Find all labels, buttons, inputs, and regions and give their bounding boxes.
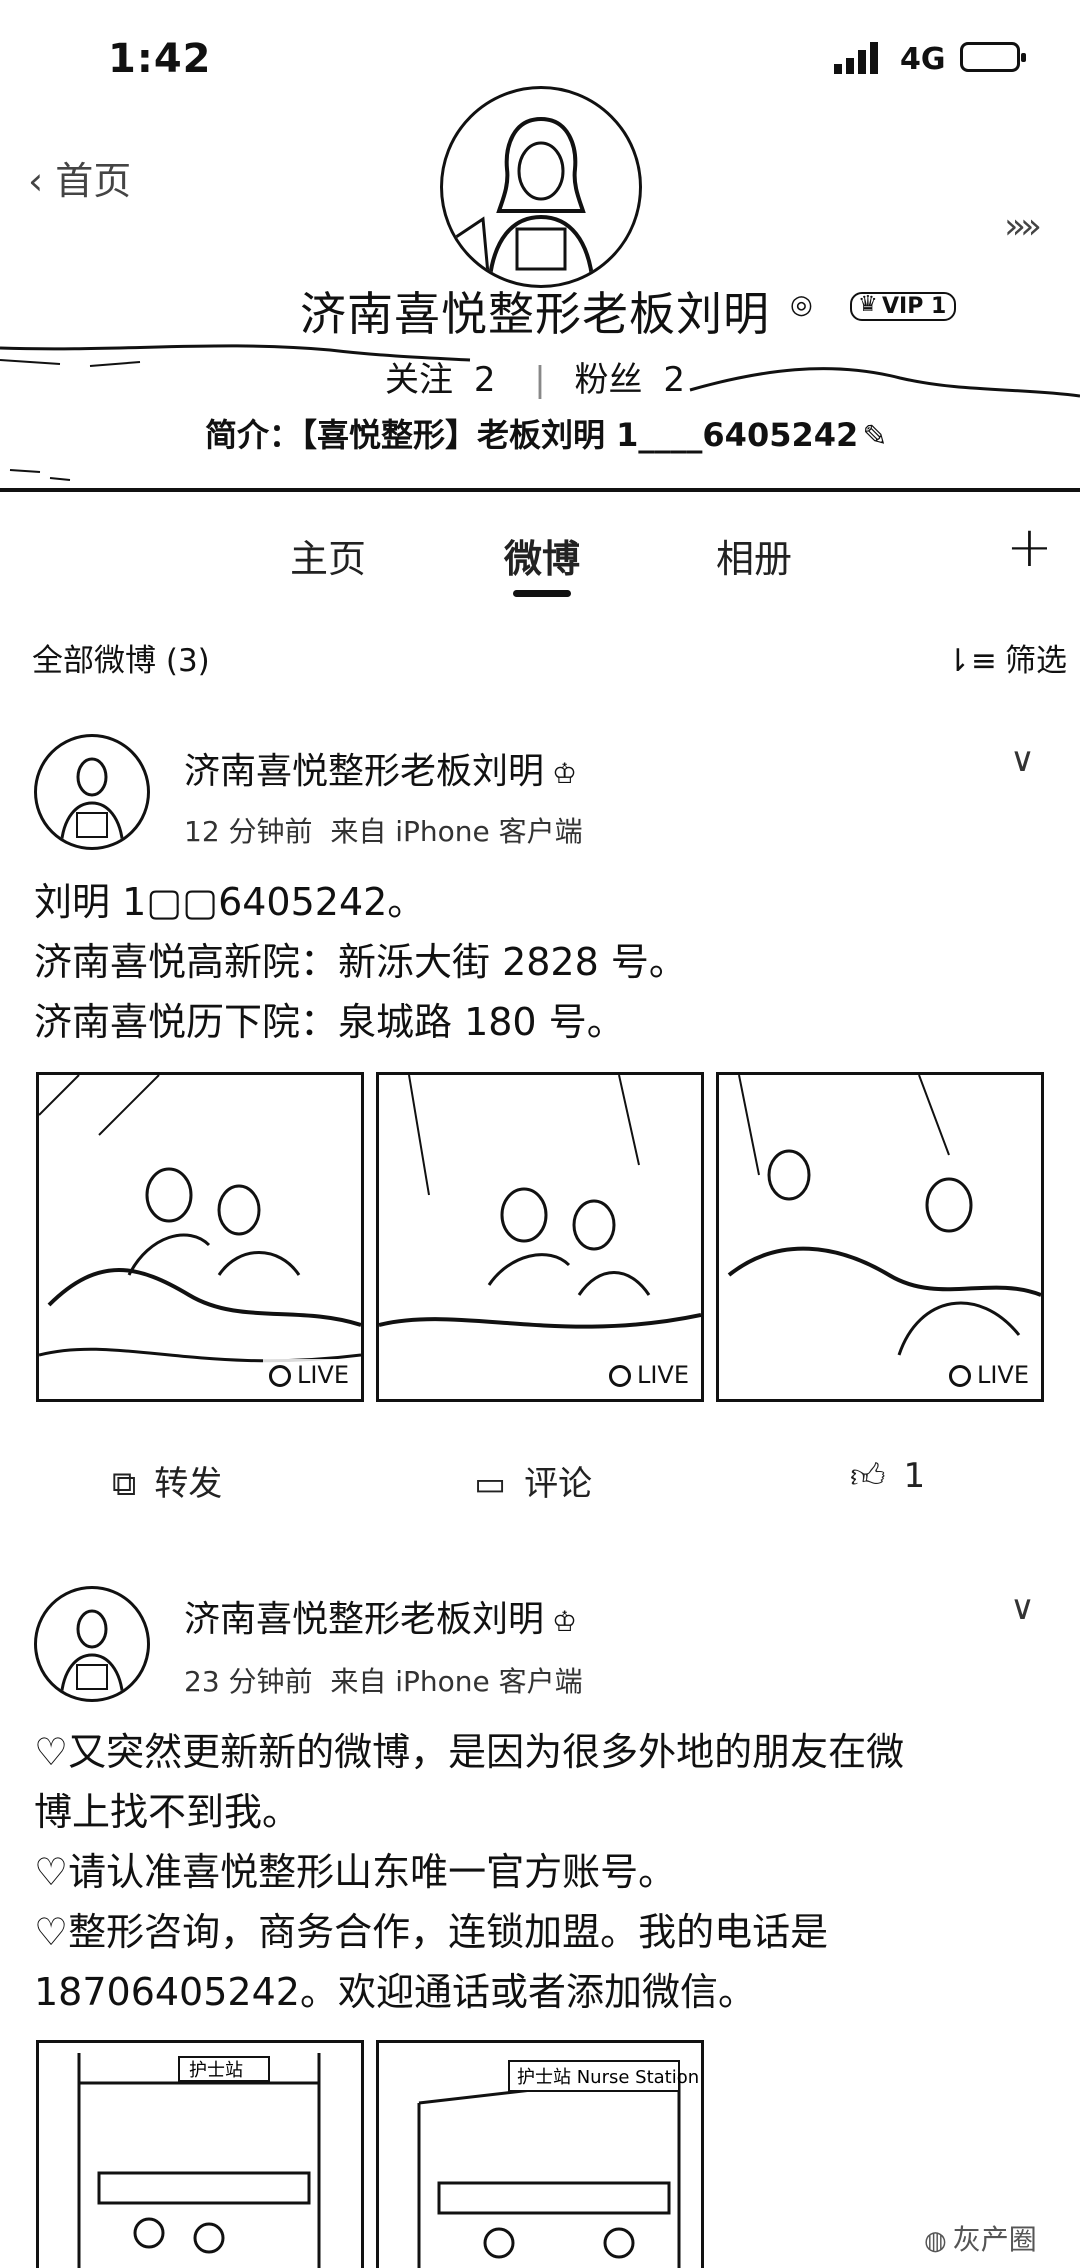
like-count: 1 [903,1456,926,1496]
followers-count[interactable]: 2 [663,360,685,400]
post-line: 济南喜悦历下院：泉城路 180 号。 [34,1000,625,1044]
comment-icon: ▭ [474,1464,507,1504]
post-author[interactable]: 济南喜悦整形老板刘明 ♔ [184,742,577,794]
post-avatar[interactable] [34,1586,150,1702]
network-label: 4G [900,42,946,77]
watermark: ◍ 灰产圈 [924,2218,1037,2258]
crown-badge-icon: ♔ [552,1605,578,1638]
post-line: 18706405242。欢迎通话或者添加微信。 [34,1970,756,2014]
post-count-label: 全部微博 (3) [32,643,210,679]
repost-label: 转发 [154,1464,223,1504]
post-line: 博上找不到我。 [34,1790,301,1834]
photo-sketch: 护士站 [77,2053,321,2268]
person-avatar-icon [59,1609,125,1699]
sign-text: 护士站 [189,2060,243,2081]
post-line: 刘明 1▢▢6405242。 [34,880,426,924]
more-button[interactable]: »» [1004,206,1042,247]
live-label: LIVE [636,1361,689,1389]
active-tab-indicator [513,590,571,597]
photo-sketch [379,1075,701,1329]
verified-badge-icon: ◎ [790,290,813,320]
status-time: 1:42 [108,36,212,82]
post-image[interactable]: 护士站 Nurse Station [376,2040,704,2268]
profile-header: 1:42 4G ‹ 首页 »» 济南喜悦整形老板刘明 ◎ VIP 1 关注 2 … [0,0,1080,492]
post-line: ♡又突然更新新的微博，是因为很多外地的朋友在微 [34,1730,905,1774]
post-meta: 23 分钟前 来自 iPhone 客户端 [184,1660,583,1700]
post-body: ♡又突然更新新的微博，是因为很多外地的朋友在微 博上找不到我。 ♡请认准喜悦整形… [34,1722,1054,2022]
live-label: LIVE [296,1361,349,1389]
vip-badge[interactable]: VIP 1 [850,292,957,321]
chevron-down-icon[interactable]: ∨ [1010,1588,1035,1628]
profile-bio[interactable]: 简介：【喜悦整形】老板刘明 1____6405242 ✎ [205,410,887,456]
live-icon [268,1365,291,1387]
tab-home[interactable]: 主页 [290,528,366,583]
post-time: 23 分钟前 [184,1665,313,1698]
filter-button[interactable]: ⇂≡ 筛选 [945,635,1067,680]
live-photo-badge: LIVE [262,1359,355,1391]
back-button[interactable]: ‹ 首页 [28,150,131,205]
post-image[interactable]: LIVE [36,1072,364,1402]
crown-badge-icon: ♔ [552,757,578,790]
live-icon [608,1365,631,1387]
post-source: 来自 iPhone 客户端 [330,815,583,848]
thumbs-up-icon: 👍︎ [850,1456,886,1496]
person-avatar-icon [452,116,595,285]
post-source: 来自 iPhone 客户端 [330,1665,583,1698]
repost-icon: ⧉ [112,1464,137,1504]
live-photo-badge: LIVE [602,1359,695,1391]
post-image[interactable]: LIVE [376,1072,704,1402]
photo-sketch [727,1075,1041,1356]
photo-sketch: 护士站 Nurse Station [417,2060,699,2268]
profile-name: 济南喜悦整形老板刘明 [300,287,770,341]
live-label: LIVE [976,1361,1029,1389]
post-line: 济南喜悦高新院：新泺大街 2828 号。 [34,940,687,984]
post-body: 刘明 1▢▢6405242。 济南喜悦高新院：新泺大街 2828 号。 济南喜悦… [34,872,1054,1052]
like-button[interactable]: 👍︎ 1 [850,1456,925,1497]
follow-stats: 关注 2 | 粉丝 2 [385,360,685,400]
following-label[interactable]: 关注 [385,360,453,400]
post-author-name: 济南喜悦整形老板刘明 [184,1599,545,1640]
filter-label: 筛选 [1004,643,1067,679]
post-line: ♡整形咨询，商务合作，连锁加盟。我的电话是 [34,1910,829,1954]
post-image[interactable]: LIVE [716,1072,1044,1402]
followers-label[interactable]: 粉丝 [575,360,643,400]
comment-label: 评论 [524,1464,593,1504]
filter-icon: ⇂≡ [945,643,997,679]
photo-sketch [39,1075,361,1363]
sign-text: 护士站 Nurse Station [517,2067,699,2088]
bio-text: 简介：【喜悦整形】老板刘明 1____6405242 [205,416,859,454]
following-count[interactable]: 2 [474,360,496,400]
post-avatar[interactable] [34,734,150,850]
post-author[interactable]: 济南喜悦整形老板刘明 ♔ [184,1590,577,1642]
header-divider [0,488,1080,492]
post-meta: 12 分钟前 来自 iPhone 客户端 [184,810,583,850]
add-tab-plus-icon[interactable]: + [1006,520,1053,576]
repost-button[interactable]: ⧉ 转发 [112,1456,222,1505]
person-avatar-icon [59,757,125,847]
live-icon [948,1365,971,1387]
post-author-name: 济南喜悦整形老板刘明 [184,751,545,792]
comment-button[interactable]: ▭ 评论 [474,1456,592,1505]
chevron-down-icon[interactable]: ∨ [1010,740,1035,780]
battery-icon [960,42,1026,72]
post-line: ♡请认准喜悦整形山东唯一官方账号。 [34,1850,677,1894]
tab-album[interactable]: 相册 [716,528,792,583]
live-photo-badge: LIVE [942,1359,1035,1391]
profile-avatar[interactable] [440,86,642,288]
edit-pencil-icon[interactable]: ✎ [862,419,887,454]
signal-icon [834,42,878,74]
watermark-text: 灰产圈 [952,2223,1037,2256]
wechat-logo-icon: ◍ [924,2226,947,2256]
tab-weibo[interactable]: 微博 [504,528,580,583]
post-time: 12 分钟前 [184,815,313,848]
post-image[interactable]: 护士站 [36,2040,364,2268]
